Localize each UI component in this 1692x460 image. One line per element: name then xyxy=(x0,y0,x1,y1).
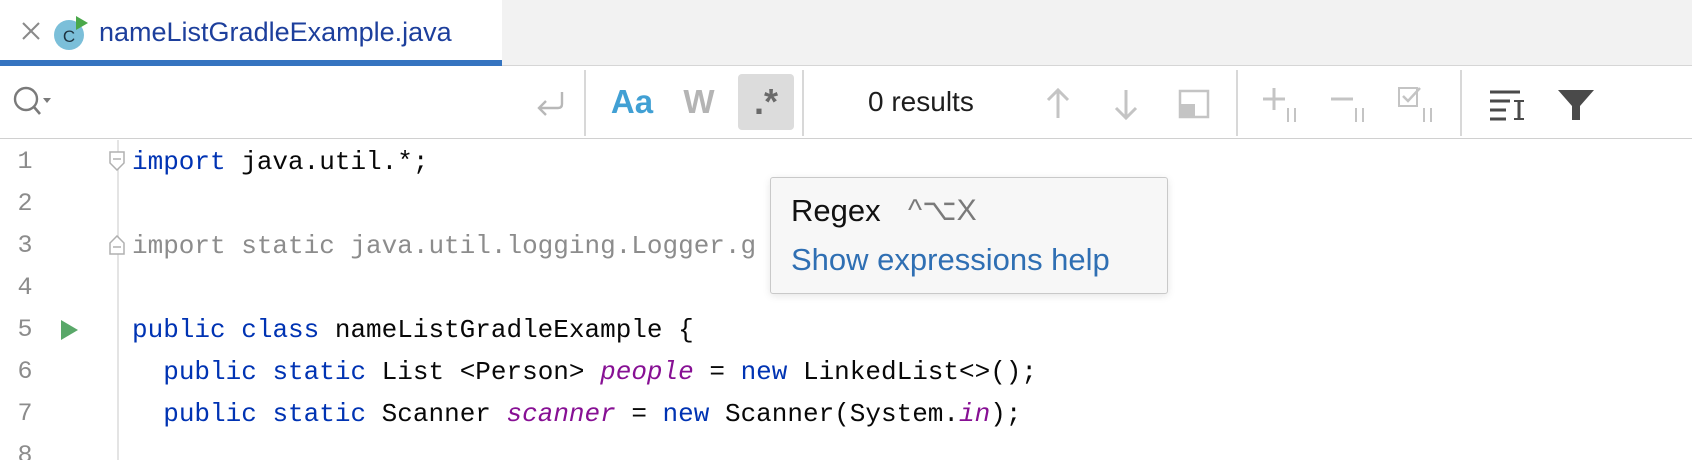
line-number: 4 xyxy=(17,273,33,302)
toolbar-separator xyxy=(1460,70,1462,136)
code-text: LinkedList<>(); xyxy=(787,357,1038,387)
tooltip-shortcut: ^⌥X xyxy=(908,194,977,227)
code-keyword: new xyxy=(662,399,710,429)
show-expressions-help-link[interactable]: Show expressions help xyxy=(791,241,1110,279)
code-text: Scanner xyxy=(366,399,507,429)
code-text: = xyxy=(615,399,663,429)
code-text: ); xyxy=(990,399,1022,429)
code-field: people xyxy=(600,357,694,387)
toolbar-separator xyxy=(802,70,804,136)
code-line-6: public static List <Person> people = new… xyxy=(132,357,1037,387)
code-text: nameListGradleExample { xyxy=(319,315,694,345)
whole-words-toggle[interactable]: W xyxy=(671,74,727,130)
open-in-window-icon[interactable] xyxy=(1172,82,1216,126)
code-text: = xyxy=(693,357,741,387)
line-number: 3 xyxy=(17,231,33,260)
code-line-3: import static java.util.logging.Logger.g xyxy=(132,231,757,261)
arrow-down-icon[interactable] xyxy=(1104,82,1148,126)
line-number: 1 xyxy=(17,147,33,176)
search-icon[interactable] xyxy=(12,84,54,120)
toolbar-separator xyxy=(584,70,586,136)
code-line-5: public class nameListGradleExample { xyxy=(132,315,694,345)
soft-wrap-icon[interactable] xyxy=(532,86,568,120)
gutter-divider xyxy=(117,140,119,460)
close-icon[interactable] xyxy=(20,20,42,42)
line-number: 6 xyxy=(17,357,33,386)
search-input[interactable] xyxy=(62,80,512,124)
code-keyword: public xyxy=(163,357,257,387)
code-field: scanner xyxy=(506,399,616,429)
code-text: java.util.*; xyxy=(225,147,429,177)
java-class-run-icon: C xyxy=(54,16,88,50)
line-number: 8 xyxy=(17,441,33,460)
line-number: 5 xyxy=(17,315,33,344)
line-number: 7 xyxy=(17,399,33,428)
remove-occurrence-icon[interactable] xyxy=(1328,82,1372,126)
filter-icon[interactable] xyxy=(1554,82,1598,126)
editor-tab-bar: C nameListGradleExample.java xyxy=(0,0,1692,66)
run-icon[interactable] xyxy=(58,318,80,342)
toolbar-separator xyxy=(1236,70,1238,136)
code-keyword: public xyxy=(132,315,226,345)
tooltip-title: Regex xyxy=(791,193,881,228)
line-number: 2 xyxy=(17,189,33,218)
code-line-1: import java.util.*; xyxy=(132,147,428,177)
search-results-count: 0 results xyxy=(868,86,974,117)
code-line-7: public static Scanner scanner = new Scan… xyxy=(132,399,1021,429)
editor-tab-active[interactable]: C nameListGradleExample.java xyxy=(0,0,502,66)
add-occurrence-icon[interactable] xyxy=(1260,82,1304,126)
code-field: in xyxy=(959,399,991,429)
filter-search-results-icon[interactable] xyxy=(1486,82,1530,126)
code-text: List <Person> xyxy=(366,357,601,387)
fold-end-icon[interactable] xyxy=(108,235,126,255)
tab-title: nameListGradleExample.java xyxy=(99,17,452,47)
code-keyword: public xyxy=(163,399,257,429)
match-case-toggle[interactable]: Aa xyxy=(604,74,660,130)
code-keyword: import xyxy=(132,147,226,177)
fold-marker-icon[interactable] xyxy=(108,151,126,171)
code-keyword: static xyxy=(272,399,367,429)
svg-text:C: C xyxy=(63,27,75,46)
regex-toggle[interactable]: .* xyxy=(738,74,794,130)
code-keyword: class xyxy=(241,315,320,345)
code-keyword: new xyxy=(740,357,788,387)
arrow-up-icon[interactable] xyxy=(1036,82,1080,126)
regex-tooltip: Regex ^⌥X Show expressions help xyxy=(770,177,1168,294)
code-text: Scanner(System. xyxy=(709,399,959,429)
code-keyword: static xyxy=(272,357,367,387)
find-bar: Aa W .* 0 results xyxy=(0,66,1692,139)
select-all-occurrences-icon[interactable] xyxy=(1396,82,1440,126)
